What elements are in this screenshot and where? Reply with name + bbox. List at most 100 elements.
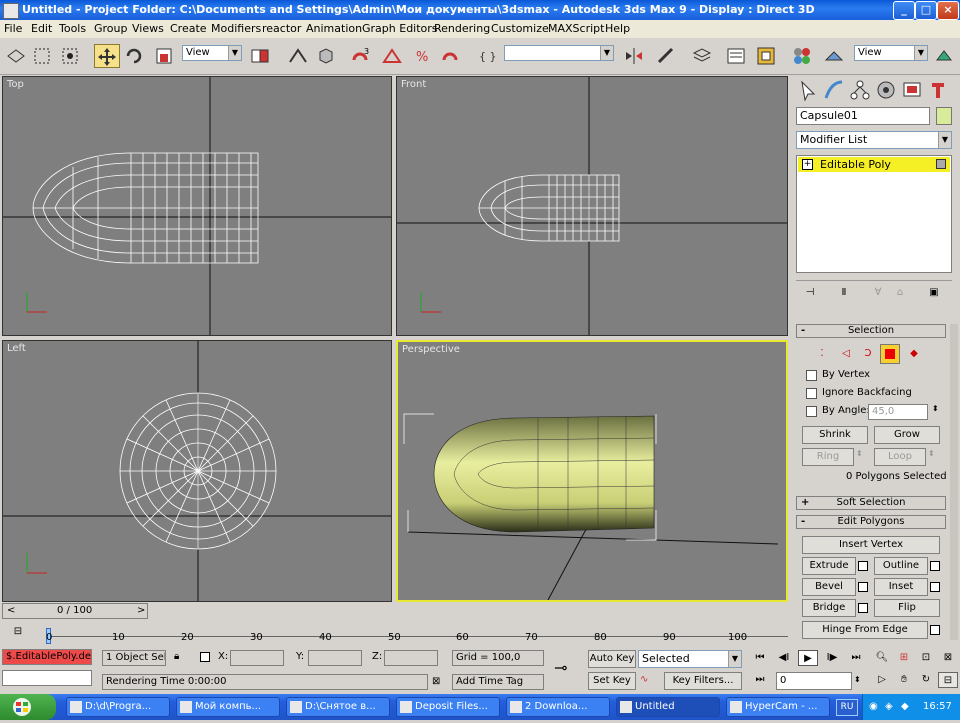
modifier-stack-list[interactable]: + Editable Poly bbox=[796, 155, 952, 273]
volume-icon[interactable]: ◈ bbox=[885, 701, 893, 712]
lock-selection-icon[interactable]: 🔒︎ bbox=[174, 651, 179, 662]
current-frame-field[interactable]: 0 bbox=[776, 672, 852, 690]
taskbar-item[interactable]: Deposit Files... bbox=[396, 697, 500, 717]
zoom-all-icon[interactable]: ⊞ bbox=[894, 650, 914, 666]
menu-create[interactable]: Create bbox=[170, 22, 207, 35]
maxscript-listener[interactable]: $.EditablePoly.de bbox=[2, 649, 92, 665]
insert-vertex-button[interactable]: Insert Vertex bbox=[802, 536, 940, 554]
object-color-swatch[interactable] bbox=[936, 107, 952, 125]
3dsmax-app-icon[interactable] bbox=[3, 3, 19, 19]
menu-views[interactable]: Views bbox=[132, 22, 164, 35]
ring-button[interactable]: Ring bbox=[802, 448, 854, 466]
select-and-manipulate-icon[interactable] bbox=[286, 44, 312, 68]
render-scene-icon[interactable] bbox=[822, 44, 848, 68]
viewport-label-top[interactable]: Top bbox=[7, 79, 24, 90]
bevel-button[interactable]: Bevel bbox=[802, 578, 856, 596]
utilities-tab-icon[interactable] bbox=[926, 78, 952, 102]
by-angle-checkbox[interactable] bbox=[806, 406, 817, 417]
menu-edit[interactable]: Edit bbox=[31, 22, 52, 35]
select-and-move-icon[interactable] bbox=[94, 44, 120, 68]
curve-editor-icon[interactable] bbox=[724, 44, 750, 68]
loop-button[interactable]: Loop bbox=[874, 448, 926, 466]
taskbar-item-active[interactable]: Untitled bbox=[616, 697, 720, 717]
viewport-label-perspective[interactable]: Perspective bbox=[402, 344, 460, 355]
material-editor-icon[interactable] bbox=[790, 44, 816, 68]
key-mode-toggle-icon[interactable]: ⏭ bbox=[750, 672, 770, 688]
menu-help[interactable]: Help bbox=[605, 22, 630, 35]
by-vertex-checkbox[interactable] bbox=[806, 370, 817, 381]
create-tab-icon[interactable] bbox=[796, 78, 822, 102]
zoom-extents-all-icon[interactable]: ⊠ bbox=[938, 650, 958, 666]
modifier-list-dropdown[interactable]: Modifier List ▼ bbox=[796, 131, 952, 149]
time-slider-prev-icon[interactable]: < bbox=[7, 605, 15, 616]
auto-key-button[interactable]: Auto Key bbox=[588, 650, 636, 668]
taskbar-item[interactable]: D:\Снятое в... bbox=[286, 697, 390, 717]
spinner-arrows-icon[interactable]: ⬍ bbox=[932, 404, 939, 413]
edit-named-selection-icon[interactable]: { } bbox=[476, 44, 502, 68]
menu-graph-editors[interactable]: Graph Editors bbox=[362, 22, 438, 35]
stack-item-editable-poly[interactable]: + Editable Poly bbox=[798, 157, 950, 172]
arc-rotate-icon[interactable]: ↻ bbox=[916, 672, 936, 688]
keyboard-shortcut-override-icon[interactable] bbox=[314, 44, 340, 68]
hinge-from-edge-button[interactable]: Hinge From Edge bbox=[802, 621, 928, 639]
flip-button[interactable]: Flip bbox=[874, 599, 940, 617]
maximize-viewport-icon[interactable]: ⊟ bbox=[938, 672, 958, 688]
viewport-label-left[interactable]: Left bbox=[7, 343, 26, 354]
inset-settings-icon[interactable] bbox=[930, 582, 940, 592]
outline-settings-icon[interactable] bbox=[930, 561, 940, 571]
extrude-settings-icon[interactable] bbox=[858, 561, 868, 571]
hierarchy-tab-icon[interactable] bbox=[848, 78, 874, 102]
grow-button[interactable]: Grow bbox=[874, 426, 940, 444]
viewport-front[interactable]: Front bbox=[396, 76, 788, 336]
select-region-icon[interactable] bbox=[30, 44, 56, 68]
reference-coord-dropdown[interactable]: View ▼ bbox=[182, 45, 242, 61]
default-tangents-icon[interactable]: ∿ bbox=[640, 674, 648, 685]
display-tab-icon[interactable] bbox=[900, 78, 926, 102]
network-icon[interactable]: ◉ bbox=[869, 701, 878, 712]
inset-button[interactable]: Inset bbox=[874, 578, 928, 596]
menu-maxscript[interactable]: MAXScript bbox=[548, 22, 604, 35]
frame-spinner-icon[interactable]: ⬍ bbox=[854, 675, 861, 684]
show-end-result-icon[interactable]: Ⅱ bbox=[834, 285, 854, 301]
menu-group[interactable]: Group bbox=[94, 22, 128, 35]
mirror-icon[interactable] bbox=[622, 44, 648, 68]
taskbar-item[interactable]: D:\d\Progra... bbox=[66, 697, 170, 717]
border-icon[interactable]: Ɔ bbox=[858, 346, 878, 362]
schematic-view-icon[interactable] bbox=[754, 44, 780, 68]
select-and-scale-icon[interactable] bbox=[152, 44, 178, 68]
bridge-settings-icon[interactable] bbox=[858, 603, 868, 613]
make-unique-icon[interactable]: ∀ bbox=[868, 285, 888, 301]
menu-reactor[interactable]: reactor bbox=[262, 22, 301, 35]
menu-animation[interactable]: Animation bbox=[306, 22, 362, 35]
y-coordinate-field[interactable] bbox=[308, 650, 362, 666]
remove-modifier-icon[interactable]: ⌂ bbox=[890, 285, 910, 301]
render-type-dropdown[interactable]: View ▼ bbox=[854, 45, 928, 61]
taskbar-item[interactable]: HyperCam - ... bbox=[726, 697, 830, 717]
close-button[interactable]: × bbox=[937, 1, 959, 20]
selection-rollout-header[interactable]: - Selection bbox=[796, 324, 946, 338]
command-panel-scrollbar[interactable] bbox=[950, 324, 958, 640]
time-tag-icon[interactable]: ⊠ bbox=[432, 676, 440, 687]
menu-modifiers[interactable]: Modifiers bbox=[211, 22, 261, 35]
time-slider[interactable]: < 0 / 100 > bbox=[2, 603, 148, 619]
time-slider-next-icon[interactable]: > bbox=[137, 605, 145, 616]
pan-hand-icon[interactable]: ✋︎ bbox=[894, 672, 914, 688]
antivirus-icon[interactable]: ◆ bbox=[901, 701, 909, 712]
key-filters-button[interactable]: Key Filters... bbox=[664, 672, 742, 690]
object-name-field[interactable]: Capsule01 bbox=[796, 107, 930, 125]
snaps-toggle-icon[interactable]: 3 bbox=[348, 44, 374, 68]
polygon-icon[interactable] bbox=[880, 344, 900, 364]
edit-polygons-rollout-header[interactable]: - Edit Polygons bbox=[796, 515, 946, 529]
quick-render-icon[interactable] bbox=[932, 44, 958, 68]
x-coordinate-field[interactable] bbox=[230, 650, 284, 666]
pivot-center-icon[interactable] bbox=[248, 44, 274, 68]
set-key-button[interactable]: Set Key bbox=[588, 672, 636, 690]
menu-customize[interactable]: Customize bbox=[491, 22, 549, 35]
shrink-button[interactable]: Shrink bbox=[802, 426, 868, 444]
pin-stack-icon[interactable]: ⊣ bbox=[800, 285, 820, 301]
align-icon[interactable] bbox=[654, 44, 680, 68]
viewport-label-front[interactable]: Front bbox=[401, 79, 426, 90]
field-of-view-icon[interactable]: ▷ bbox=[872, 672, 892, 688]
zoom-icon[interactable]: 🔍︎ bbox=[872, 650, 892, 666]
key-selection-dropdown[interactable]: Selected ▼ bbox=[638, 650, 742, 668]
